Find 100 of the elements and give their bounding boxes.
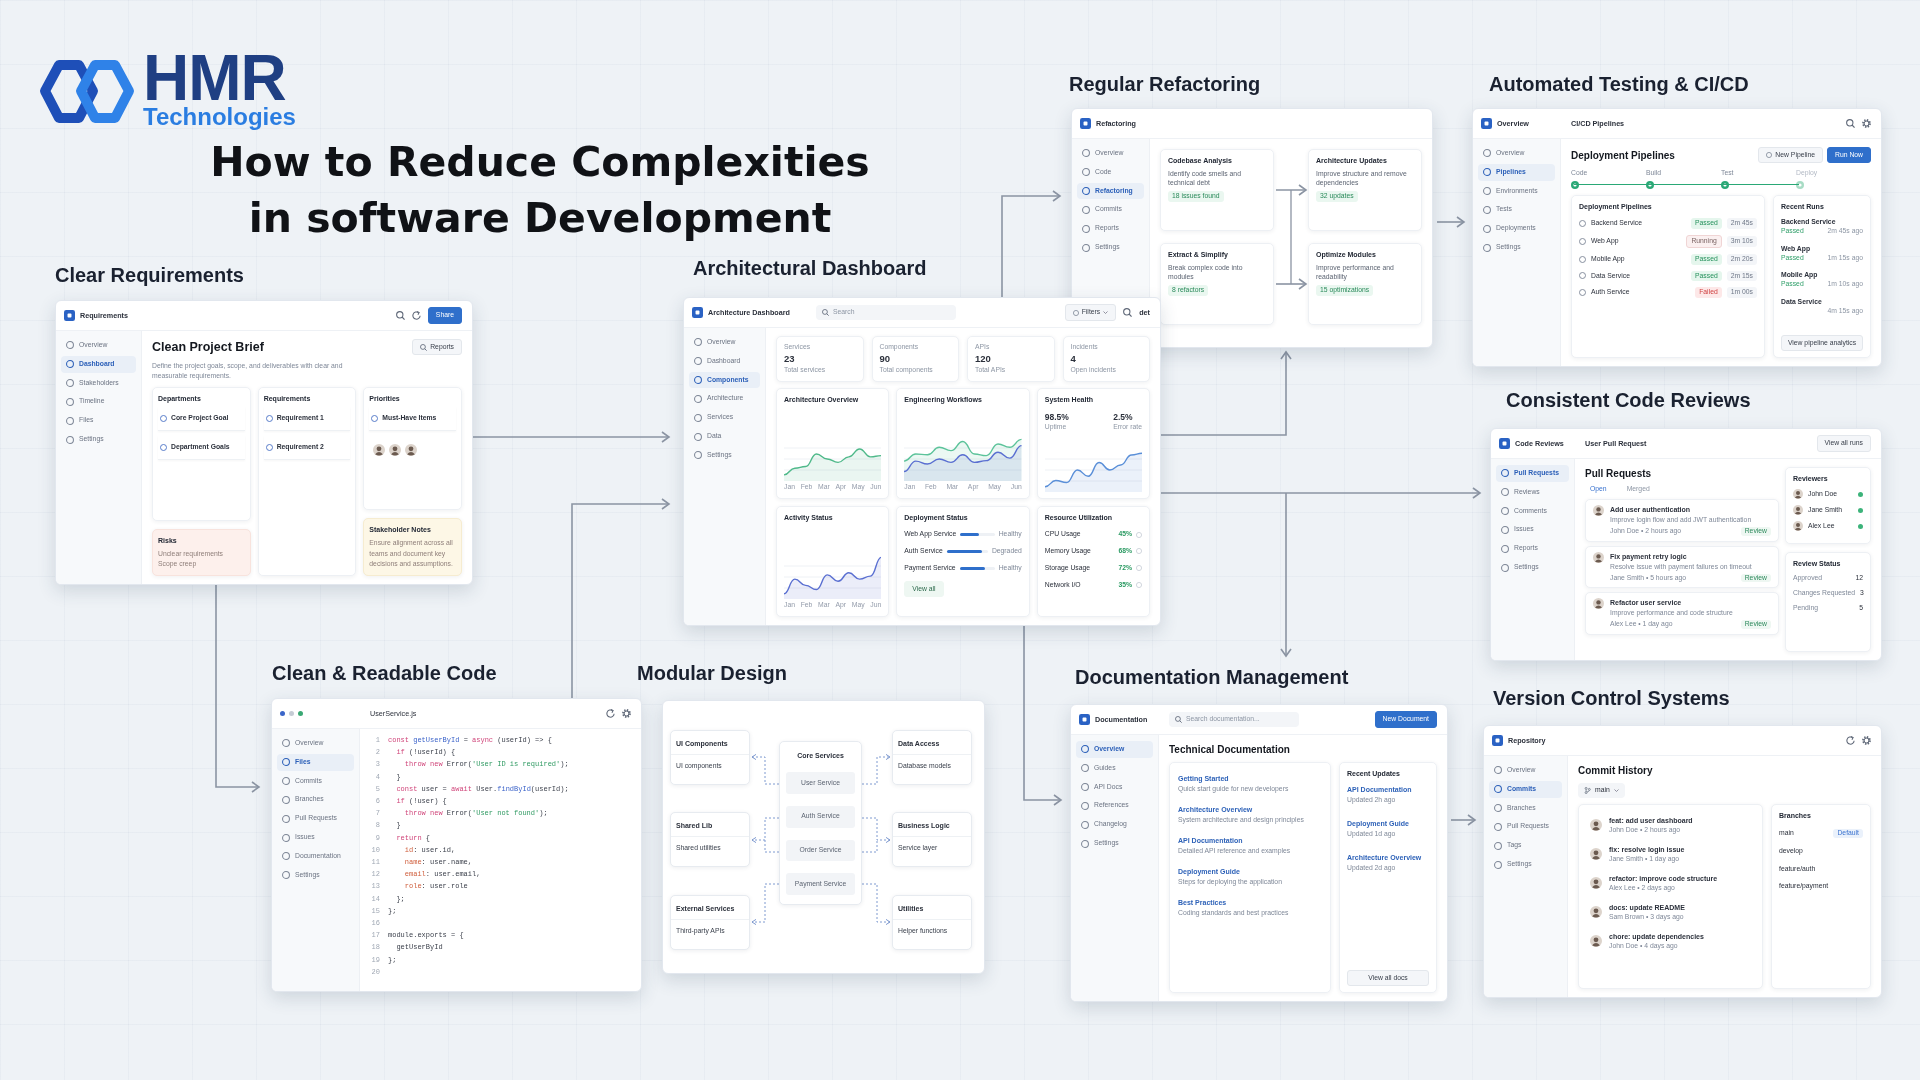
circle-icon bbox=[1494, 804, 1502, 813]
stat-value: 23 bbox=[784, 352, 796, 366]
circle-icon bbox=[66, 435, 74, 444]
circle-icon bbox=[1501, 469, 1509, 478]
circle-icon bbox=[1081, 820, 1089, 829]
circle-icon bbox=[1081, 839, 1089, 848]
caret-icon bbox=[1613, 788, 1619, 792]
branch-icon bbox=[1584, 786, 1591, 794]
avatar-icon bbox=[1793, 505, 1803, 516]
circle-icon bbox=[1082, 243, 1090, 252]
circle-icon bbox=[1081, 745, 1089, 754]
app-logo-icon bbox=[64, 310, 75, 321]
avatar-icon bbox=[1590, 848, 1602, 861]
caret-icon bbox=[1103, 311, 1109, 314]
section-heading: Consistent Code Reviews bbox=[1506, 388, 1751, 412]
avatar-icon bbox=[405, 443, 418, 456]
circle-icon bbox=[1501, 544, 1509, 553]
circle-icon bbox=[1081, 783, 1089, 792]
circle-icon bbox=[694, 376, 702, 385]
metric-value: 98.5% bbox=[1044, 412, 1069, 424]
circle-icon bbox=[694, 432, 702, 441]
circle-icon bbox=[1579, 255, 1586, 263]
settings-icon[interactable] bbox=[1862, 736, 1871, 745]
circle-icon bbox=[1072, 309, 1079, 316]
circle-icon bbox=[694, 338, 702, 347]
arrow bbox=[1275, 278, 1308, 290]
connector-arrow bbox=[1450, 814, 1477, 826]
avatar-icon bbox=[1593, 504, 1604, 516]
circle-icon bbox=[282, 758, 290, 767]
circle-icon bbox=[1136, 565, 1142, 572]
refresh-icon[interactable] bbox=[606, 709, 615, 718]
circle-icon bbox=[160, 414, 167, 422]
settings-icon[interactable] bbox=[1862, 119, 1871, 128]
circle-icon bbox=[694, 451, 702, 460]
search-icon bbox=[821, 309, 829, 316]
circle-icon bbox=[1579, 237, 1586, 245]
circle-icon bbox=[1082, 205, 1090, 214]
avatar-icon bbox=[1590, 877, 1602, 890]
brand-tagline: Technologies bbox=[143, 104, 296, 130]
search-icon[interactable] bbox=[395, 311, 405, 320]
dashed-arrow bbox=[861, 753, 891, 785]
avatar-icon bbox=[1593, 551, 1604, 563]
app-logo-icon bbox=[1499, 438, 1510, 449]
circle-icon bbox=[1082, 168, 1090, 177]
circle-icon bbox=[1501, 563, 1509, 572]
circle-icon bbox=[1483, 205, 1491, 214]
section-title: Commit History bbox=[1578, 764, 1654, 777]
section-title: Deployment Pipelines bbox=[1571, 148, 1675, 162]
circle-icon bbox=[1579, 289, 1586, 297]
search-icon bbox=[1175, 716, 1182, 723]
circle-icon bbox=[1136, 548, 1142, 555]
stat-value: 90 bbox=[879, 352, 892, 366]
circle-icon bbox=[1494, 860, 1502, 869]
search-icon[interactable] bbox=[1846, 119, 1855, 128]
circle-icon bbox=[1082, 187, 1090, 196]
circle-icon bbox=[1494, 841, 1502, 850]
search-icon[interactable] bbox=[1123, 308, 1133, 317]
circle-icon bbox=[282, 777, 290, 786]
circle-icon bbox=[282, 871, 290, 880]
circle-icon bbox=[1081, 764, 1089, 773]
section-heading: Version Control Systems bbox=[1493, 686, 1730, 710]
circle-icon bbox=[694, 357, 702, 366]
circle-icon bbox=[1494, 822, 1502, 831]
brand-name: HMR bbox=[143, 52, 286, 104]
avatar-icon bbox=[373, 443, 386, 456]
circle-icon bbox=[1501, 507, 1509, 516]
section-heading: Automated Testing & CI/CD bbox=[1489, 72, 1749, 96]
app-logo-icon bbox=[1481, 118, 1492, 129]
section-heading: Architectural Dashboard bbox=[693, 256, 927, 280]
avatar-icon bbox=[389, 443, 402, 456]
section-title: Pull Requests bbox=[1585, 467, 1653, 480]
refresh-icon[interactable] bbox=[411, 311, 421, 320]
circle-icon bbox=[1501, 488, 1509, 497]
circle-icon bbox=[1494, 766, 1502, 775]
avatar-icon bbox=[1593, 598, 1604, 610]
circle-icon bbox=[282, 795, 290, 804]
settings-icon[interactable] bbox=[622, 709, 631, 718]
circle-icon bbox=[1136, 582, 1142, 588]
circle-icon bbox=[160, 443, 167, 451]
dashed-arrow bbox=[751, 883, 780, 926]
circle-icon bbox=[1483, 187, 1491, 196]
circle-icon bbox=[1082, 149, 1090, 158]
stat-value: 120 bbox=[975, 352, 992, 366]
circle-icon bbox=[1483, 149, 1491, 158]
section-heading: Documentation Management bbox=[1075, 665, 1349, 689]
app-logo-icon bbox=[1079, 714, 1090, 725]
section-title: Technical Documentation bbox=[1169, 743, 1291, 756]
refresh-icon[interactable] bbox=[1846, 736, 1855, 745]
circle-icon bbox=[66, 360, 74, 369]
dashed-arrow bbox=[751, 817, 780, 853]
circle-icon bbox=[66, 416, 74, 425]
circle-icon bbox=[265, 443, 273, 451]
avatar-icon bbox=[1793, 521, 1803, 532]
circle-icon bbox=[282, 814, 290, 823]
circle-icon bbox=[282, 852, 290, 861]
section-heading: Regular Refactoring bbox=[1069, 72, 1261, 96]
avatar-icon bbox=[1590, 934, 1602, 947]
circle-icon bbox=[371, 414, 379, 422]
circle-icon bbox=[1483, 224, 1491, 233]
circle-icon bbox=[265, 414, 273, 422]
